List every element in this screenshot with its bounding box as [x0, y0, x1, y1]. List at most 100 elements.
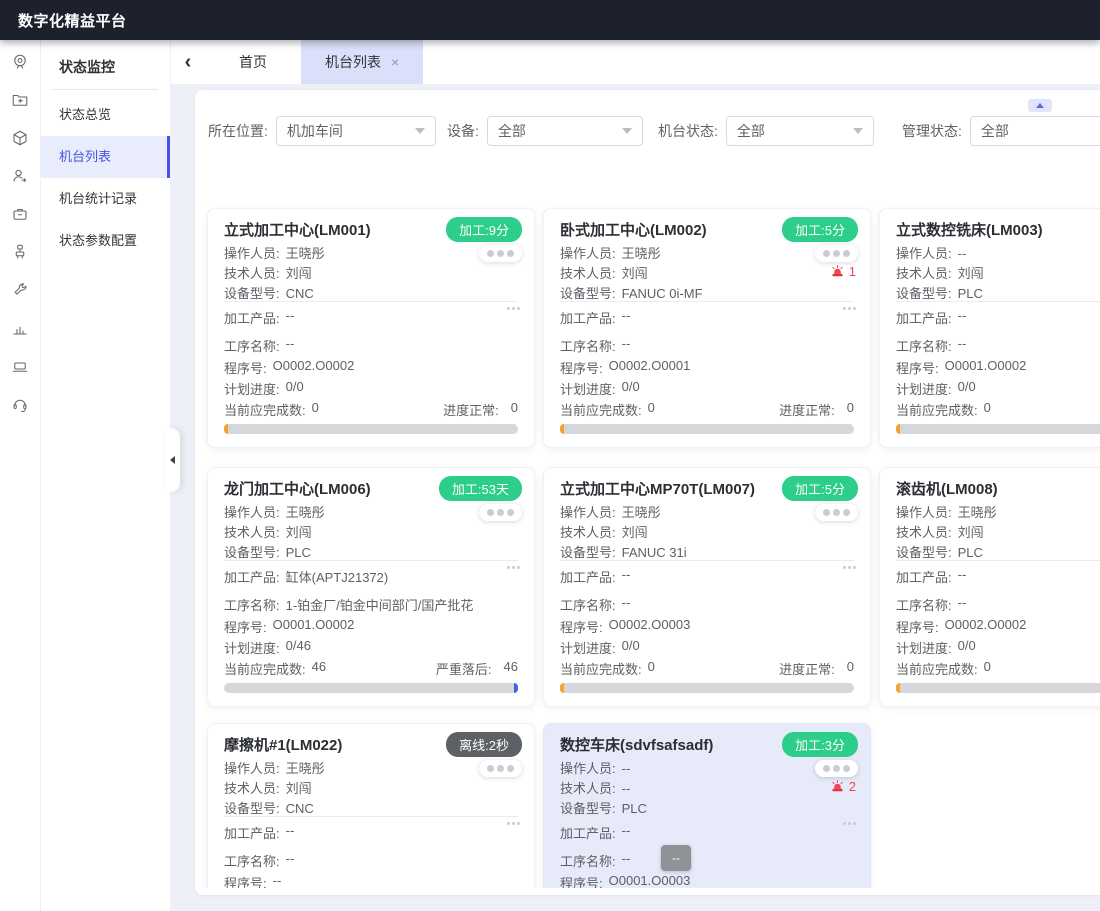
headset-icon[interactable]	[11, 395, 29, 413]
card-divider	[896, 560, 1100, 561]
more-menu[interactable]	[479, 245, 522, 262]
machine-card[interactable]: 卧式加工中心(LM002) 加工:5分 1 操作人员:王晓彤 技术人员:刘闯 设…	[543, 208, 871, 448]
sidebar-collapse-handle[interactable]	[165, 428, 180, 492]
program-label: 程序号:	[896, 358, 939, 377]
machine-card[interactable]: 数控车床(sdvfsafsadf) 加工:3分 2 操作人员:-- 技术人员:-…	[543, 723, 871, 888]
more-dots-icon[interactable]	[843, 307, 856, 310]
more-dots-icon[interactable]	[507, 822, 520, 825]
program-value: O0001.O0003	[609, 873, 691, 888]
machine-card[interactable]: 龙门加工中心(LM006) 加工:53天 操作人员:王晓彤 技术人员:刘闯 设备…	[207, 467, 535, 707]
sidebar-item-status-overview[interactable]: 状态总览	[41, 94, 170, 136]
dot-icon	[512, 307, 515, 310]
alarm-indicator[interactable]: 1	[830, 264, 856, 279]
more-dots-icon[interactable]	[843, 566, 856, 569]
due-row: 当前应完成数:0	[896, 659, 1100, 678]
sidebar-item-status-params[interactable]: 状态参数配置	[41, 220, 170, 262]
progress-status: 严重落后:46	[436, 659, 518, 678]
machine-card[interactable]: 立式数控铣床(LM003) 操作人员:-- 技术人员:刘闯 设备型号:PLC 加…	[879, 208, 1100, 448]
bar-chart-icon[interactable]	[11, 319, 29, 337]
process-label: 工序名称:	[560, 851, 616, 870]
box-icon[interactable]	[11, 129, 29, 147]
sidebar-item-machine-list[interactable]: 机台列表	[41, 136, 170, 178]
technician-value: 刘闯	[286, 779, 312, 799]
progress-status: 进度正常:0	[779, 659, 854, 678]
siren-icon	[830, 779, 845, 794]
personnel-info: 操作人员:王晓彤 技术人员:刘闯 设备型号:PLC	[224, 503, 325, 563]
machine-status-select[interactable]: 全部	[726, 116, 874, 146]
personnel-info: 操作人员:-- 技术人员:刘闯 设备型号:PLC	[896, 244, 984, 304]
program-value: --	[273, 873, 282, 888]
card-divider	[560, 816, 854, 817]
technician-label: 技术人员:	[896, 523, 952, 543]
due-label: 当前应完成数:	[560, 400, 642, 419]
wrench-icon[interactable]	[11, 281, 29, 299]
machine-card[interactable]: 滚齿机(LM008) 操作人员:王晓彤 技术人员:刘闯 设备型号:PLC 加工产…	[879, 467, 1100, 707]
technician-label: 技术人员:	[224, 779, 280, 799]
progress-status-label: 进度正常:	[779, 400, 835, 419]
sidebar-item-machine-stats[interactable]: 机台统计记录	[41, 178, 170, 220]
program-value: O0002.O0002	[273, 358, 355, 377]
progress-status-value: 46	[504, 659, 518, 678]
plan-label: 计划进度:	[896, 638, 952, 657]
progress-status-value: 0	[847, 400, 854, 419]
machine-card[interactable]: 立式加工中心MP70T(LM007) 加工:5分 操作人员:王晓彤 技术人员:刘…	[543, 467, 871, 707]
machine-title: 摩擦机#1(LM022)	[224, 734, 342, 755]
alarm-indicator[interactable]: 2	[830, 779, 856, 794]
tab-home[interactable]: 首页	[205, 40, 301, 84]
process-label: 工序名称:	[224, 851, 280, 870]
more-dots-icon[interactable]	[507, 566, 520, 569]
sidebar-section-title: 状态监控	[41, 40, 170, 89]
location-select[interactable]: 机加车间	[276, 116, 436, 146]
product-value: --	[286, 308, 295, 327]
dot-icon	[517, 307, 520, 310]
more-dots-icon[interactable]	[507, 307, 520, 310]
dot-icon	[833, 765, 840, 772]
more-menu[interactable]	[815, 760, 858, 777]
dot-icon	[507, 307, 510, 310]
process-value: --	[286, 336, 295, 355]
briefcase-icon[interactable]	[11, 205, 29, 223]
monitor-cam-icon[interactable]	[11, 53, 29, 71]
program-value: O0002.O0003	[609, 617, 691, 636]
process-value: --	[622, 851, 631, 870]
dot-icon	[487, 509, 494, 516]
status-badge: 加工:53天	[439, 476, 522, 501]
plan-value: 0/0	[286, 379, 304, 398]
progress-bar	[224, 683, 518, 693]
more-menu[interactable]	[479, 760, 522, 777]
machine-card[interactable]: 立式加工中心(LM001) 加工:9分 操作人员:王晓彤 技术人员:刘闯 设备型…	[207, 208, 535, 448]
menu-collapse-chevron[interactable]	[171, 40, 205, 84]
card-divider	[224, 301, 518, 302]
dot-icon	[823, 509, 830, 516]
more-menu[interactable]	[815, 504, 858, 521]
device-select[interactable]: 全部	[487, 116, 643, 146]
more-menu[interactable]	[815, 245, 858, 262]
process-label: 工序名称:	[224, 336, 280, 355]
due-value: 0	[648, 400, 655, 419]
dot-icon	[853, 307, 856, 310]
filter-device: 设备: 全部	[447, 116, 643, 146]
operator-label: 操作人员:	[560, 503, 616, 523]
alarm-count: 1	[849, 264, 856, 279]
plan-label: 计划进度:	[896, 379, 952, 398]
operator-label: 操作人员:	[896, 244, 952, 264]
user-icon[interactable]	[11, 167, 29, 185]
technician-value: 刘闯	[286, 264, 312, 284]
tab-machine-list[interactable]: 机台列表	[301, 40, 423, 84]
manage-status-select[interactable]: 全部	[970, 116, 1100, 146]
product-label: 加工产品:	[560, 823, 616, 842]
machine-icon[interactable]	[11, 243, 29, 261]
folder-icon[interactable]	[11, 91, 29, 109]
process-value: --	[958, 595, 967, 614]
operator-label: 操作人员:	[224, 503, 280, 523]
due-value: 46	[312, 659, 326, 678]
top-bar: 数字化精益平台	[0, 0, 1100, 40]
machine-card[interactable]: 摩擦机#1(LM022) 离线:2秒 操作人员:王晓彤 技术人员:刘闯 设备型号…	[207, 723, 535, 888]
more-dots-icon[interactable]	[843, 822, 856, 825]
filter-collapse-button[interactable]	[1028, 99, 1052, 112]
program-label: 程序号:	[224, 873, 267, 888]
more-menu[interactable]	[479, 504, 522, 521]
drive-icon[interactable]	[11, 357, 29, 375]
close-icon[interactable]	[391, 54, 399, 70]
dot-icon	[853, 822, 856, 825]
